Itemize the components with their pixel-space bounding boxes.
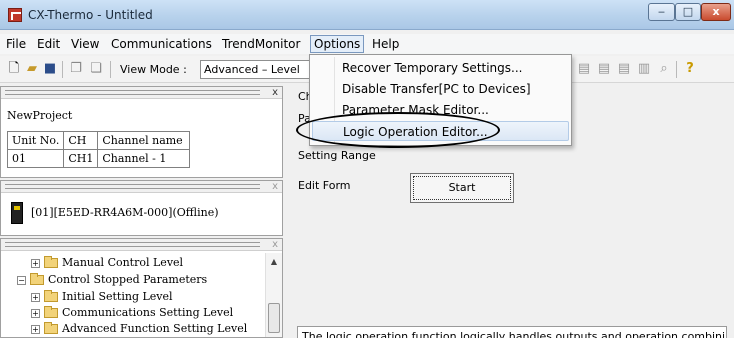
menu-item-recover-temporary-settings[interactable]: Recover Temporary Settings... <box>312 58 569 78</box>
tree-item-label: Advanced Function Setting Level <box>62 322 248 335</box>
unit-table: Unit No. CH Channel name 01 CH1 Channel … <box>6 131 191 168</box>
column-header: CH <box>63 131 99 150</box>
tree-item[interactable]: + Initial Setting Level <box>31 290 173 304</box>
maximize-button[interactable]: □ <box>675 3 701 21</box>
expand-icon[interactable]: + <box>31 324 40 334</box>
title-bar: CX-Thermo - Untitled ‒ □ x <box>0 0 734 30</box>
close-icon[interactable]: x <box>272 181 278 192</box>
device-pane: x [01][E5ED-RR4A6M-000](Offline) <box>0 180 283 236</box>
scroll-thumb[interactable] <box>268 303 280 333</box>
toolbar-separator <box>110 61 111 78</box>
folder-icon <box>44 322 58 334</box>
tree-item[interactable]: + Manual Control Level <box>31 256 183 270</box>
menu-communications[interactable]: Communications <box>107 36 216 52</box>
menu-options[interactable]: Options <box>310 35 365 53</box>
copy-icon[interactable]: ❐ <box>68 61 84 77</box>
project-name: NewProject <box>7 109 73 122</box>
expand-icon[interactable]: + <box>31 292 40 302</box>
close-icon[interactable]: x <box>272 239 278 250</box>
paste-icon[interactable]: ❏ <box>88 61 104 77</box>
help-icon[interactable]: ? <box>682 61 698 77</box>
view-mode-label: View Mode : <box>120 63 187 76</box>
toolbar-separator <box>62 61 63 78</box>
transfer-icon[interactable]: ▤ <box>576 61 592 77</box>
project-pane: x NewProject Unit No. CH Channel name 01… <box>0 86 283 178</box>
folder-icon <box>44 290 58 302</box>
menu-bar: File Edit View Communications TrendMonit… <box>0 34 734 54</box>
table-row[interactable]: 01 CH1 Channel - 1 <box>6 149 191 168</box>
expand-icon[interactable]: + <box>31 258 40 268</box>
edit-form-label: Edit Form <box>298 179 351 192</box>
view-mode-select[interactable]: Advanced – Level <box>200 60 310 79</box>
tree-item-label: Control Stopped Parameters <box>48 273 208 286</box>
new-file-icon[interactable]: 🗋 <box>6 61 22 77</box>
transfer-icon[interactable]: ▤ <box>616 61 632 77</box>
tree-scrollbar[interactable]: ▲ <box>265 253 282 337</box>
table-cell: CH1 <box>63 149 99 168</box>
table-cell: Channel - 1 <box>97 149 191 168</box>
device-item[interactable]: [01][E5ED-RR4A6M-000](Offline) <box>11 202 219 224</box>
menu-file[interactable]: File <box>2 36 30 52</box>
toolbar-separator <box>676 61 677 78</box>
options-dropdown-menu: Recover Temporary Settings... Disable Tr… <box>309 54 572 146</box>
table-header-row: Unit No. CH Channel name <box>6 131 191 150</box>
compare-icon[interactable]: ▥ <box>636 61 652 77</box>
tree-item-label: Communications Setting Level <box>62 306 234 319</box>
minimize-button[interactable]: ‒ <box>648 3 675 21</box>
expand-icon[interactable]: + <box>31 308 40 318</box>
parameter-tree-pane: x + Manual Control Level − Control Stopped… <box>0 238 283 338</box>
collapse-icon[interactable]: − <box>17 275 26 285</box>
save-icon[interactable]: ■ <box>42 61 58 77</box>
menu-item-parameter-mask-editor[interactable]: Parameter Mask Editor... <box>312 100 569 120</box>
table-cell: 01 <box>6 149 65 168</box>
menu-item-disable-transfer[interactable]: Disable Transfer[PC to Devices] <box>312 79 569 99</box>
folder-icon <box>44 306 58 318</box>
pane-header: x <box>1 181 282 193</box>
pane-header: x <box>1 87 282 99</box>
close-icon[interactable]: x <box>272 87 278 98</box>
tree-item[interactable]: − Control Stopped Parameters <box>17 273 207 287</box>
app-logo-icon <box>8 8 22 22</box>
pane-header: x <box>1 239 282 251</box>
controller-icon <box>11 202 23 224</box>
open-folder-icon[interactable]: ▰ <box>24 61 40 77</box>
tree-item-label: Manual Control Level <box>62 256 184 269</box>
start-button[interactable]: Start <box>410 173 514 203</box>
window-title: CX-Thermo - Untitled <box>28 8 153 22</box>
menu-item-logic-operation-editor[interactable]: Logic Operation Editor... <box>312 121 569 141</box>
menu-view[interactable]: View <box>67 36 103 52</box>
column-header: Channel name <box>97 131 191 150</box>
folder-open-icon <box>30 273 44 285</box>
folder-icon <box>44 256 58 268</box>
setting-range-label: Setting Range <box>298 149 376 162</box>
scroll-up-icon[interactable]: ▲ <box>266 255 282 269</box>
device-label: [01][E5ED-RR4A6M-000](Offline) <box>31 206 219 219</box>
tree-item-label: Initial Setting Level <box>62 290 173 303</box>
column-header: Unit No. <box>6 131 65 150</box>
menu-edit[interactable]: Edit <box>33 36 64 52</box>
transfer-icon[interactable]: ▤ <box>596 61 612 77</box>
menu-trendmonitor[interactable]: TrendMonitor <box>218 36 304 52</box>
tree-item[interactable]: + Advanced Function Setting Level <box>31 322 247 336</box>
close-button[interactable]: x <box>701 3 731 21</box>
tree-item[interactable]: + Communications Setting Level <box>31 306 233 320</box>
menu-help[interactable]: Help <box>368 36 403 52</box>
search-icon[interactable]: ⌕ <box>656 61 672 77</box>
description-box: The logic operation function logically h… <box>297 326 727 338</box>
